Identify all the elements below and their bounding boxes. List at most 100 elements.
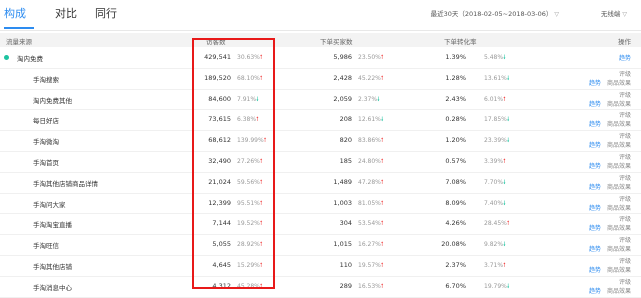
conversion-change-text: 7.40% — [484, 199, 504, 207]
rating-link[interactable]: 评级 — [619, 131, 631, 140]
buyers-change-text: 16.27% — [358, 241, 381, 249]
conversion-value: 8.09% — [445, 198, 466, 207]
source-name: 手淘其他店铺 — [33, 263, 72, 271]
tab-composition[interactable]: 构成 — [4, 5, 26, 21]
visitors-change: 27.26%🠕 — [237, 157, 262, 167]
conversion-value: 0.28% — [445, 115, 466, 124]
trend-link[interactable]: 趋势 — [619, 53, 631, 62]
tab-peers[interactable]: 同行 — [95, 5, 117, 21]
product-effect-link[interactable]: 商品效果 — [607, 286, 631, 295]
trend-link[interactable]: 趋势 — [589, 78, 601, 87]
trend-link[interactable]: 趋势 — [589, 119, 601, 128]
buyers-value: 110 — [339, 261, 352, 269]
visitors-change: 15.29%🠕 — [237, 261, 262, 271]
trend-link[interactable]: 趋势 — [589, 223, 601, 232]
rating-link[interactable]: 评级 — [619, 277, 631, 286]
trend-up-icon: 🠕 — [380, 282, 384, 290]
visitors-value: 189,520 — [204, 73, 231, 82]
product-effect-link[interactable]: 商品效果 — [607, 140, 631, 149]
rating-link[interactable]: 评级 — [619, 173, 631, 182]
rating-link[interactable]: 评级 — [619, 235, 631, 244]
trend-link[interactable]: 趋势 — [589, 244, 601, 253]
buyers-change-text: 19.57% — [358, 262, 381, 269]
product-effect-link[interactable]: 商品效果 — [607, 78, 631, 87]
visitors-change-text: 45.28% — [237, 282, 260, 290]
buyers-change-text: 53.54% — [358, 220, 381, 228]
conversion-change-text: 28.45% — [484, 220, 507, 228]
chevron-down-icon: ▽ — [622, 11, 627, 18]
product-effect-link[interactable]: 商品效果 — [607, 161, 631, 170]
conversion-change-text: 3.39% — [484, 158, 504, 165]
product-effect-link[interactable]: 商品效果 — [607, 182, 631, 191]
trend-up-icon: 🠕 — [380, 137, 384, 145]
conversion-change-text: 3.71% — [484, 262, 504, 269]
product-effect-link[interactable]: 商品效果 — [607, 265, 631, 274]
conversion-value: 0.57% — [445, 157, 466, 165]
header-conversion: 下单转化率 — [444, 38, 477, 46]
conversion-change-text: 9.82% — [484, 241, 504, 249]
buyers-change: 12.61%🠗 — [358, 115, 383, 125]
conversion-change: 28.45%🠕 — [484, 219, 509, 229]
trend-down-icon: 🠗 — [503, 178, 506, 186]
visitors-value: 84,600 — [208, 94, 231, 103]
date-range-selector[interactable]: 最近30天（2018-02-05~2018-03-06） ▽ — [431, 8, 559, 18]
visitors-change-text: 7.91% — [237, 95, 257, 103]
buyers-change-text: 16.53% — [358, 282, 381, 290]
trend-down-icon: 🠗 — [506, 74, 510, 82]
trend-link[interactable]: 趋势 — [589, 265, 601, 274]
terminal-select[interactable]: 无线端 ▽ — [601, 8, 627, 18]
buyers-value: 208 — [339, 115, 352, 124]
source-name: 淘内免费 — [17, 55, 43, 63]
rating-link[interactable]: 评级 — [619, 214, 631, 223]
trend-link[interactable]: 趋势 — [589, 161, 601, 170]
visitors-change: 7.91%🠗 — [237, 95, 259, 105]
trend-down-icon: 🠗 — [506, 137, 510, 145]
trend-up-icon: 🠕 — [259, 262, 263, 269]
trend-link[interactable]: 趋势 — [589, 286, 601, 295]
conversion-change: 9.82%🠗 — [484, 240, 506, 250]
conversion-change: 7.70%🠗 — [484, 178, 506, 188]
trend-up-icon: 🠕 — [259, 178, 263, 186]
rating-link[interactable]: 评级 — [619, 90, 631, 99]
conversion-change: 5.48%🠗 — [484, 53, 506, 63]
conversion-change: 3.39%🠕 — [484, 157, 506, 167]
rating-link[interactable]: 评级 — [619, 110, 631, 119]
rating-link[interactable]: 评级 — [619, 194, 631, 203]
conversion-change-text: 6.01% — [484, 95, 504, 103]
product-effect-link[interactable]: 商品效果 — [607, 223, 631, 232]
buyers-value: 1,003 — [333, 198, 352, 207]
product-effect-link[interactable]: 商品效果 — [607, 119, 631, 128]
conversion-value: 1.20% — [445, 136, 466, 145]
table-row: 手淘淘宝直播 7,144 19.52%🠕 304 53.54%🠕 4.26% 28.45%🠕… — [0, 213, 641, 236]
trend-down-icon: 🠗 — [503, 241, 506, 249]
buyers-value: 820 — [339, 136, 352, 145]
product-effect-link[interactable]: 商品效果 — [607, 244, 631, 253]
trend-up-icon: 🠕 — [503, 262, 506, 269]
visitors-change: 139.99%🠕 — [237, 136, 266, 146]
header-actions: 操作 — [618, 38, 631, 46]
product-effect-link[interactable]: 商品效果 — [607, 203, 631, 212]
visitors-change: 95.51%🠕 — [237, 199, 262, 209]
trend-up-icon: 🠕 — [380, 178, 384, 186]
trend-up-icon: 🠕 — [259, 241, 263, 249]
conversion-value: 1.28% — [445, 73, 466, 82]
trend-link[interactable]: 趋势 — [589, 140, 601, 149]
header-visitors: 访客数 — [206, 38, 226, 46]
trend-up-icon: 🠕 — [263, 137, 267, 145]
trend-link[interactable]: 趋势 — [589, 99, 601, 108]
trend-link[interactable]: 趋势 — [589, 182, 601, 191]
rating-link[interactable]: 评级 — [619, 152, 631, 161]
buyers-change: 83.86%🠕 — [358, 136, 383, 146]
trend-up-icon: 🠕 — [259, 199, 263, 207]
rating-link[interactable]: 评级 — [619, 69, 631, 78]
tab-compare[interactable]: 对比 — [55, 5, 77, 21]
buyers-value: 289 — [339, 281, 352, 290]
visitors-value: 4,312 — [212, 281, 231, 290]
conversion-change: 19.79%🠗 — [484, 282, 509, 292]
source-name: 每日好店 — [33, 117, 59, 126]
visitors-value: 21,024 — [208, 177, 231, 186]
product-effect-link[interactable]: 商品效果 — [607, 99, 631, 108]
trend-up-icon: 🠕 — [259, 158, 263, 165]
rating-link[interactable]: 评级 — [619, 256, 631, 265]
trend-link[interactable]: 趋势 — [589, 203, 601, 212]
